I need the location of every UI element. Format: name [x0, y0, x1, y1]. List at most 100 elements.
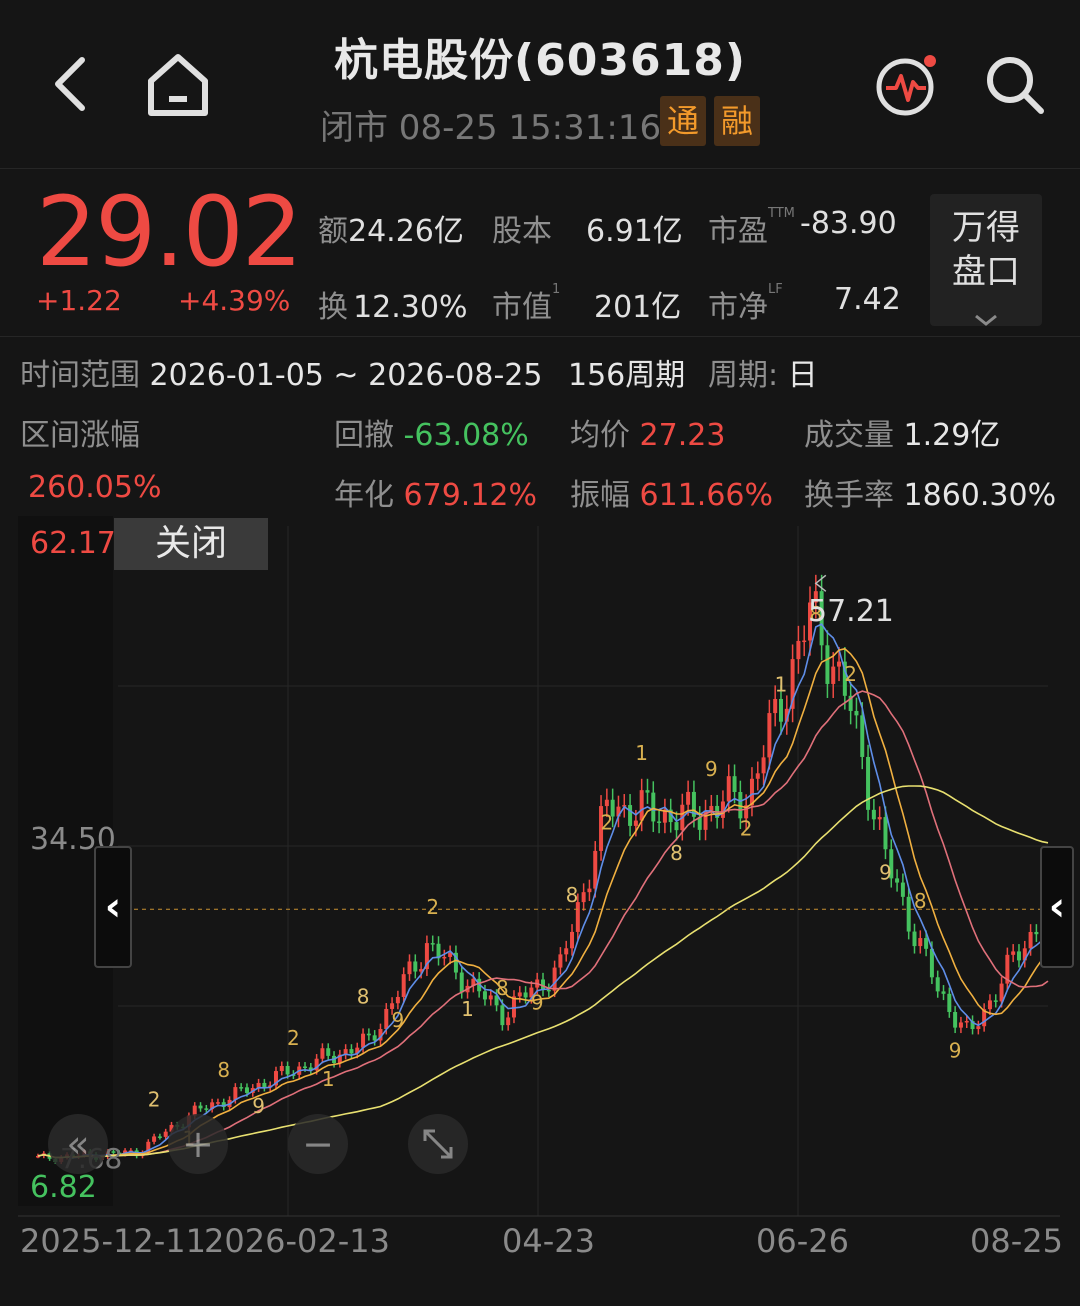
candle-body: [303, 1066, 308, 1068]
candle-body: [198, 1105, 203, 1109]
candle-body: [860, 715, 865, 757]
candle-body: [633, 820, 638, 826]
candle-body: [628, 805, 633, 826]
candle-body: [152, 1136, 157, 1142]
zoom-out-button[interactable]: −: [288, 1114, 348, 1174]
candle-body: [825, 645, 830, 684]
candle-body: [262, 1082, 267, 1088]
candle-body: [854, 710, 859, 716]
candle-body: [686, 791, 691, 805]
chevron-left-icon: ‹: [1048, 884, 1066, 930]
candle-body: [482, 991, 487, 1000]
stat-market-cap-label: 市值1: [492, 282, 561, 325]
candle-body: [500, 1005, 505, 1026]
alert-button[interactable]: [872, 50, 942, 120]
candle-body: [215, 1102, 220, 1104]
candle-body: [877, 817, 882, 820]
candle-body: [1034, 931, 1039, 935]
td-sequence-marker: 9: [879, 860, 892, 884]
candle-body: [523, 992, 528, 998]
chevron-down-icon: [975, 314, 997, 326]
candle-body: [157, 1136, 162, 1138]
stat-market-cap-value: 201亿: [594, 290, 682, 325]
candle-body: [958, 1022, 963, 1028]
search-button[interactable]: [980, 50, 1050, 120]
candle-body: [517, 992, 522, 997]
candle-body: [384, 1008, 389, 1030]
candle-body: [941, 991, 946, 994]
candle-body: [395, 996, 400, 1004]
td-sequence-marker: 9: [705, 757, 718, 781]
close-button[interactable]: 关闭: [114, 518, 268, 570]
left-drag-handle[interactable]: ‹: [94, 846, 132, 968]
annualized: 年化 679.12%: [334, 478, 538, 513]
candle-body: [587, 888, 592, 893]
wande-label-1: 万得: [952, 208, 1020, 248]
td-sequence-marker: 2: [426, 895, 439, 919]
wande-panel-button[interactable]: 万得 盘口: [930, 194, 1042, 326]
candle-body: [778, 698, 783, 722]
candle-body: [906, 896, 911, 932]
candle-body: [871, 809, 876, 820]
candle-body: [918, 938, 923, 947]
td-sequence-marker: 8: [670, 841, 683, 865]
pulse-alert-icon: [876, 55, 936, 116]
rewind-button[interactable]: «: [48, 1114, 108, 1174]
candle-body: [709, 805, 714, 811]
td-sequence-marker: 9: [531, 990, 544, 1014]
period-type[interactable]: 周期: 日: [708, 350, 818, 394]
tag-rong: 融: [714, 96, 760, 146]
candle-body: [755, 773, 760, 779]
x-label-3: 04-23: [502, 1222, 595, 1260]
expand-icon: [423, 1129, 453, 1159]
candle-body: [767, 713, 772, 758]
volume: 成交量 1.29亿: [804, 418, 1001, 453]
td-sequence-marker: 1: [322, 1067, 335, 1091]
right-drag-handle[interactable]: ‹: [1040, 846, 1074, 968]
price-change: +1.22: [36, 284, 122, 317]
candle-body: [924, 938, 929, 949]
candle-body: [987, 1000, 992, 1010]
stat-pb-value: 7.42: [834, 282, 901, 317]
candle-body: [732, 776, 737, 793]
ma10-line: [37, 647, 1049, 1159]
candle-body: [976, 1026, 981, 1030]
x-label-1: 2025-12-11: [20, 1222, 206, 1260]
candle-body: [639, 790, 644, 821]
amplitude: 振幅 611.66%: [570, 478, 774, 513]
td-sequence-marker: 8: [914, 889, 927, 913]
candle-body: [912, 931, 917, 947]
td-sequence-marker: 9: [949, 1039, 962, 1063]
market-status: 闭市 08-25 15:31:16: [320, 108, 662, 148]
td-sequence-marker: 2: [148, 1087, 161, 1111]
candle-body: [488, 995, 493, 1000]
candle-body: [773, 698, 778, 714]
candle-body: [866, 756, 871, 810]
candlestick-chart[interactable]: 218921892189821892182989: [18, 516, 1060, 1296]
candle-body: [366, 1033, 371, 1036]
time-range: 时间范围 2026-01-05 ~ 2026-08-25: [20, 358, 543, 393]
candle-body: [581, 892, 586, 903]
candle-body: [361, 1033, 366, 1048]
expand-button[interactable]: [408, 1114, 468, 1174]
candle-body: [349, 1049, 354, 1054]
candle-body: [204, 1108, 209, 1110]
candle-body: [593, 850, 598, 889]
candle-body: [674, 822, 679, 831]
high-price-label: 57.21: [808, 594, 894, 629]
candle-body: [947, 993, 952, 1012]
period-count: 156周期: [568, 358, 686, 393]
candle-body: [506, 1017, 511, 1026]
x-label-4: 06-26: [756, 1222, 849, 1260]
candle-body: [239, 1087, 244, 1089]
y-axis-min: 6.82: [30, 1170, 97, 1205]
drawdown: 回撤 -63.08%: [334, 418, 529, 453]
candle-body: [964, 1021, 969, 1023]
stat-turnover-rate: 换 12.30%: [318, 290, 468, 325]
candle-body: [796, 640, 801, 660]
candle-body: [511, 996, 516, 1018]
ma60-line: [37, 785, 1049, 1159]
zoom-in-button[interactable]: +: [168, 1114, 228, 1174]
candle-body: [895, 878, 900, 883]
candle-body: [1011, 951, 1016, 955]
